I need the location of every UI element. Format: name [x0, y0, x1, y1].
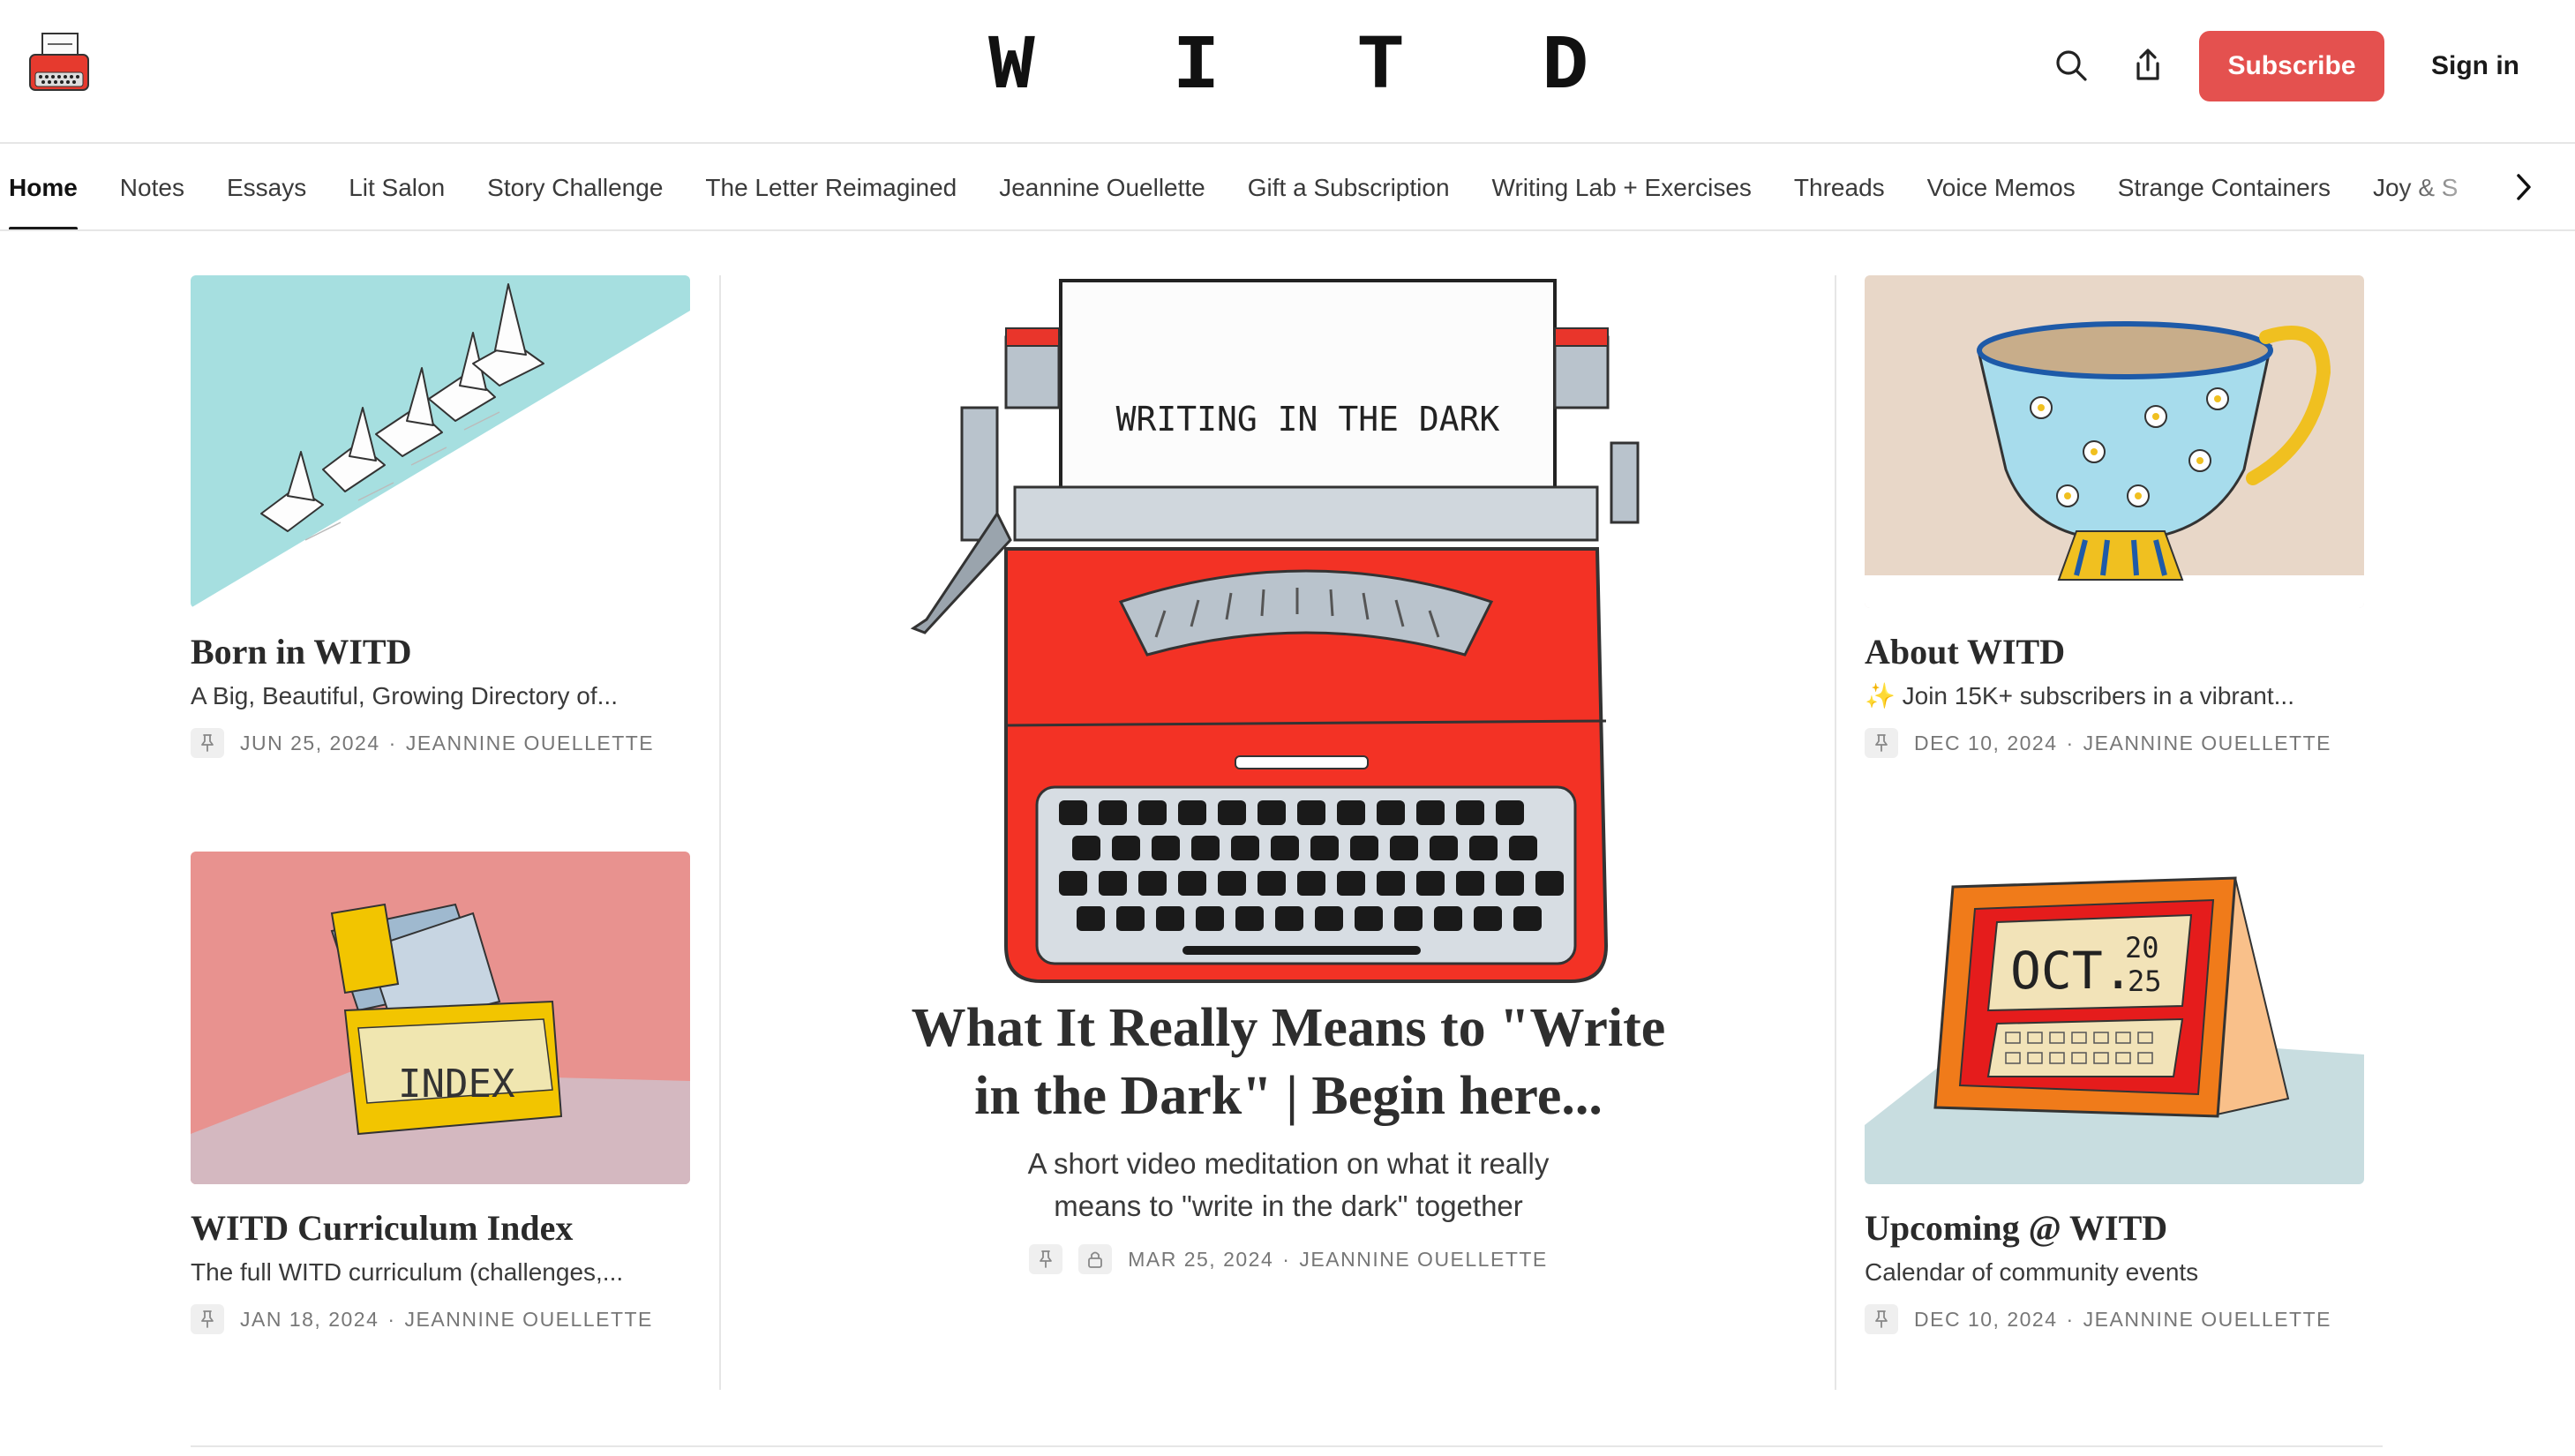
featured-post-title[interactable]: What It Really Means to "Write in the Da… — [830, 994, 1747, 1130]
post-author[interactable]: JEANNINE OUELLETTE — [406, 732, 654, 755]
post-meta: DEC 10, 2024 · JEANNINE OUELLETTE — [1865, 1304, 2364, 1335]
chevron-right-icon[interactable] — [2506, 168, 2541, 206]
section-divider — [191, 1445, 2383, 1447]
post-thumbnail[interactable]: INDEX — [191, 852, 690, 1184]
featured-title-line: in the Dark" | Begin here... — [974, 1065, 1603, 1126]
nav-item-threads[interactable]: Threads — [1794, 144, 1885, 229]
post-meta: JUN 25, 2024 · JEANNINE OUELLETTE — [191, 728, 690, 759]
post-thumbnail[interactable] — [191, 275, 690, 608]
sign-in-button[interactable]: Sign in — [2409, 31, 2541, 101]
wordmark-letter: W — [988, 23, 1035, 111]
wordmark-letter: I — [1173, 23, 1220, 111]
post-subtitle: The full WITD curriculum (challenges,... — [191, 1258, 624, 1286]
meta-separator: · — [1282, 1247, 1291, 1271]
post-author[interactable]: JEANNINE OUELLETTE — [2083, 1308, 2331, 1332]
index-label: INDEX — [398, 1062, 515, 1107]
paper-text: WRITING IN THE DARK — [1116, 400, 1500, 439]
nav-item-lit-salon[interactable]: Lit Salon — [349, 144, 445, 229]
post-thumbnail[interactable] — [1865, 275, 2364, 608]
post-card[interactable]: About WITD ✨ Join 15K+ subscribers in a … — [1865, 275, 2364, 759]
post-date: MAR 25, 2024 — [1128, 1247, 1274, 1271]
nav-item-gift-subscription[interactable]: Gift a Subscription — [1248, 144, 1450, 229]
post-date: JUN 25, 2024 — [240, 731, 380, 754]
nav-track: Home Notes Essays Lit Salon Story Challe… — [9, 144, 2500, 229]
nav-item-home[interactable]: Home — [9, 144, 78, 229]
section-nav: Home Notes Essays Lit Salon Story Challe… — [0, 144, 2575, 231]
subscribe-button[interactable]: Subscribe — [2199, 31, 2384, 101]
post-card[interactable]: Born in WITD A Big, Beautiful, Growing D… — [191, 275, 690, 759]
search-icon[interactable] — [2050, 44, 2092, 86]
pin-icon — [1865, 1304, 1898, 1335]
column-divider — [719, 275, 721, 1390]
nav-item-letter-reimagined[interactable]: The Letter Reimagined — [705, 144, 957, 229]
post-meta: JAN 18, 2024 · JEANNINE OUELLETTE — [191, 1304, 690, 1335]
calendar-year: 20 — [2125, 931, 2159, 964]
post-meta: DEC 10, 2024 · JEANNINE OUELLETTE — [1865, 728, 2364, 759]
nav-item-voice-memos[interactable]: Voice Memos — [1927, 144, 2076, 229]
post-subtitle: ✨ Join 15K+ subscribers in a vibrant... — [1865, 682, 2294, 709]
pin-icon — [191, 728, 224, 759]
post-title[interactable]: Upcoming @ WITD — [1865, 1207, 2364, 1250]
post-meta: MAR 25, 2024 · JEANNINE OUELLETTE — [830, 1244, 1747, 1275]
pin-icon — [1029, 1244, 1063, 1275]
nav-item-notes[interactable]: Notes — [120, 144, 184, 229]
meta-separator: · — [2066, 1307, 2075, 1331]
featured-typewriter-image[interactable]: WRITING IN THE DARK — [830, 275, 1747, 990]
post-title[interactable]: WITD Curriculum Index — [191, 1207, 690, 1250]
post-title[interactable]: Born in WITD — [191, 631, 690, 673]
post-card[interactable]: INDEX WITD Curriculum Index The full WIT… — [191, 852, 690, 1335]
nav-item-writing-lab[interactable]: Writing Lab + Exercises — [1492, 144, 1752, 229]
featured-subtitle-line: means to "write in the dark" together — [1054, 1189, 1523, 1222]
site-wordmark[interactable]: W I T D — [988, 23, 1588, 111]
nav-item-essays[interactable]: Essays — [227, 144, 306, 229]
wordmark-letter: D — [1542, 23, 1588, 111]
post-date: JAN 18, 2024 — [240, 1307, 379, 1331]
nav-item-strange-containers[interactable]: Strange Containers — [2118, 144, 2331, 229]
post-card[interactable]: OCT. 20 25 Upcoming @ WITD Calendar of c… — [1865, 852, 2364, 1335]
post-subtitle: A Big, Beautiful, Growing Directory of..… — [191, 682, 618, 709]
featured-subtitle-line: A short video meditation on what it real… — [1027, 1146, 1550, 1180]
typewriter-logo-icon[interactable] — [23, 30, 95, 102]
pin-icon — [191, 1304, 224, 1335]
nav-item-jeannine-ouellette[interactable]: Jeannine Ouellette — [999, 144, 1205, 229]
site-header: W I T D Subscribe Sign in — [0, 0, 2575, 144]
pin-icon — [1865, 728, 1898, 759]
nav-fade — [2399, 144, 2575, 229]
post-date: DEC 10, 2024 — [1914, 1307, 2058, 1331]
post-author[interactable]: JEANNINE OUELLETTE — [405, 1308, 653, 1332]
calendar-year: 25 — [2128, 964, 2162, 998]
share-icon[interactable] — [2127, 44, 2169, 86]
post-date: DEC 10, 2024 — [1914, 731, 2058, 754]
post-thumbnail[interactable]: OCT. 20 25 — [1865, 852, 2364, 1184]
post-author[interactable]: JEANNINE OUELLETTE — [1299, 1248, 1547, 1272]
meta-separator: · — [2066, 731, 2075, 754]
nav-item-story-challenge[interactable]: Story Challenge — [487, 144, 663, 229]
lock-icon — [1078, 1244, 1113, 1275]
featured-title-line: What It Really Means to "Write — [911, 998, 1666, 1058]
post-author[interactable]: JEANNINE OUELLETTE — [2083, 732, 2331, 755]
wordmark-letter: T — [1357, 23, 1404, 111]
post-title[interactable]: About WITD — [1865, 631, 2364, 673]
calendar-month: OCT. — [2010, 941, 2134, 1001]
meta-separator: · — [387, 1307, 396, 1331]
column-divider — [1835, 275, 1836, 1390]
featured-post-subtitle: A short video meditation on what it real… — [830, 1143, 1747, 1227]
post-subtitle: Calendar of community events — [1865, 1258, 2199, 1286]
featured-post[interactable]: WRITING IN THE DARK What It Really Means… — [830, 275, 1747, 1275]
meta-separator: · — [388, 731, 397, 754]
